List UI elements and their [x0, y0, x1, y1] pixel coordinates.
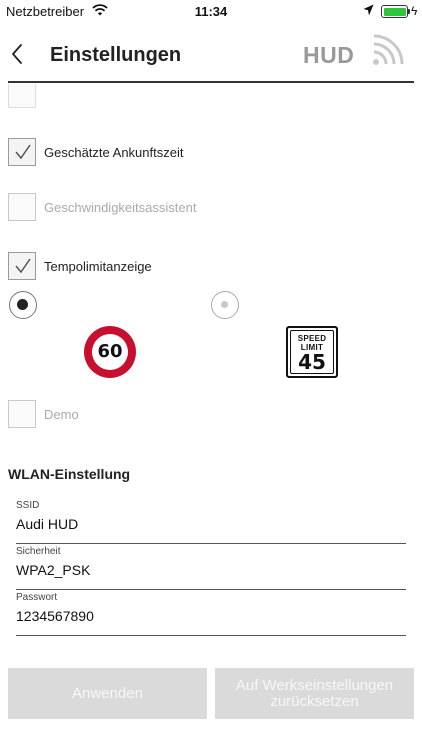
security-field: Sicherheit: [16, 546, 406, 590]
back-chevron-icon[interactable]: [8, 42, 28, 66]
check-icon: [15, 144, 31, 160]
option-label-eta: Geschätzte Ankunftszeit: [44, 144, 184, 160]
password-label: Passwort: [16, 592, 58, 603]
radio-dot-selected: [17, 299, 28, 310]
password-field: Passwort: [16, 592, 406, 636]
eu-sign-value: 60: [92, 334, 128, 370]
option-speed-limit[interactable]: Tempolimitanzeige: [8, 252, 152, 280]
checkbox-demo[interactable]: [8, 400, 36, 428]
battery-tip: [408, 9, 410, 14]
page-title: Einstellungen: [50, 44, 182, 66]
radio-us-sign[interactable]: [211, 291, 239, 319]
us-sign-value: 45: [298, 350, 326, 374]
ssid-label: SSID: [16, 500, 40, 511]
checkbox-speed-limit[interactable]: [8, 252, 36, 280]
radio-dot: [221, 301, 228, 308]
option-demo[interactable]: Demo: [8, 400, 79, 428]
clock: 11:34: [194, 4, 228, 19]
option-speed-assistant[interactable]: Geschwindigkeitsassistent: [8, 193, 196, 221]
password-input[interactable]: [16, 608, 406, 624]
checkbox-speed-assistant[interactable]: [8, 193, 36, 221]
header-divider: [8, 81, 414, 83]
factory-reset-button[interactable]: Auf Werkseinstellungen zurücksetzen: [215, 668, 414, 719]
ssid-input[interactable]: [16, 516, 406, 532]
hud-label: HUD: [303, 42, 355, 68]
option-label-speed-assistant: Geschwindigkeitsassistent: [44, 199, 197, 215]
radio-eu-sign[interactable]: [9, 291, 37, 319]
battery-icon: [381, 5, 408, 18]
status-bar: Netzbetreiber 11:34 ϟ: [0, 0, 422, 22]
security-label: Sicherheit: [16, 546, 61, 557]
wlan-section-title: WLAN-Einstellung: [8, 466, 131, 482]
ssid-field: SSID: [16, 500, 406, 544]
charging-bolt-icon: ϟ: [411, 4, 418, 18]
nav-header: Einstellungen HUD: [0, 22, 422, 82]
check-icon: [15, 258, 31, 274]
us-sign-frame: SPEED LIMIT 45: [290, 330, 334, 374]
us-sign-speed: SPEED: [297, 334, 327, 343]
option-eta[interactable]: Geschätzte Ankunftszeit: [8, 138, 183, 166]
location-arrow-icon: [363, 4, 374, 16]
us-speed-limit-sign[interactable]: SPEED LIMIT 45: [286, 326, 338, 378]
wireless-signal-icon: [373, 34, 404, 65]
option-label-demo: Demo: [44, 406, 79, 422]
apply-button[interactable]: Anwenden: [8, 668, 207, 719]
security-input[interactable]: [16, 562, 406, 578]
checkbox-eta[interactable]: [8, 138, 36, 166]
option-label-speed-limit: Tempolimitanzeige: [44, 258, 152, 274]
scrolled-checkbox[interactable]: [8, 84, 36, 108]
eu-speed-limit-sign[interactable]: 60: [84, 326, 136, 378]
